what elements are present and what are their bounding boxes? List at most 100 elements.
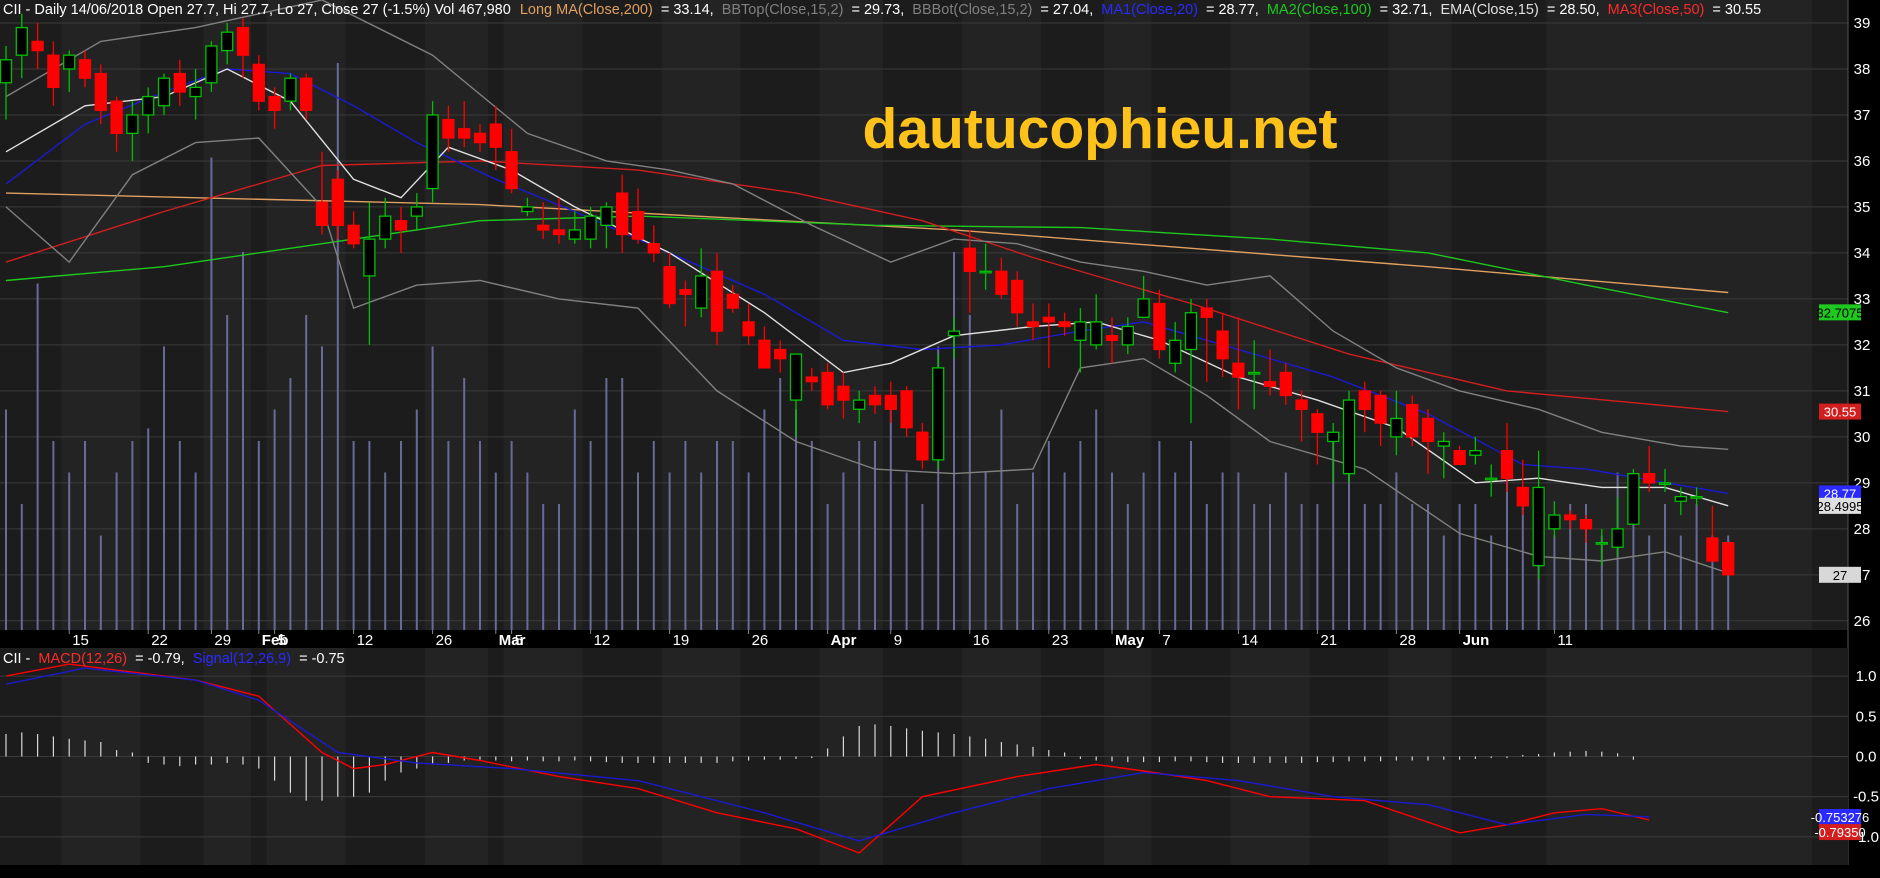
header-longma-label: Long MA(Close,200)	[520, 2, 653, 18]
header-ma1-label: MA1(Close,20)	[1101, 2, 1198, 18]
candle-body	[1090, 321, 1103, 346]
candle-body	[1105, 335, 1119, 341]
candle-body	[1169, 339, 1182, 364]
candle-body	[78, 59, 92, 79]
macd-tick-label: -0.5	[1853, 789, 1879, 806]
candle-body	[442, 118, 455, 139]
candle-body	[1722, 541, 1735, 576]
date-tick-label: 26	[752, 632, 769, 649]
candle-body	[268, 95, 281, 112]
candle-body	[1153, 302, 1166, 351]
header-bbbot-value: = 27.04,	[1040, 2, 1093, 18]
chart-header: CII - Daily 14/06/2018 Open 27.7, Hi 27.…	[3, 2, 1761, 18]
date-tick-label: 21	[1320, 632, 1337, 649]
header-ma3-label: MA3(Close,50)	[1608, 2, 1705, 18]
candle-body	[568, 229, 581, 240]
candle-body	[1611, 528, 1624, 548]
date-tick-label: Jun	[1463, 632, 1490, 649]
watermark-logo: dautucophieu.net	[863, 97, 1338, 161]
candle-body	[63, 54, 76, 70]
header-ma2-label: MA2(Close,100)	[1267, 2, 1372, 18]
price-tick-label: 38	[1854, 61, 1871, 78]
candle-body	[489, 123, 502, 148]
candle-body	[458, 128, 471, 139]
candle-body	[1548, 514, 1561, 530]
candle-body	[947, 330, 961, 337]
candle-body	[884, 394, 897, 410]
header-bbtop-value: = 29.73,	[851, 2, 904, 18]
candle-body	[1469, 450, 1482, 456]
date-tick-label: 12	[357, 632, 374, 649]
candle-body	[1516, 486, 1529, 507]
date-tick-label: 26	[436, 632, 453, 649]
candle-body	[1690, 495, 1703, 499]
date-tick-label: 16	[973, 632, 990, 649]
candle-body	[173, 72, 186, 93]
candle-body	[221, 31, 234, 52]
candle-body	[963, 247, 976, 272]
candle-body	[1453, 450, 1466, 466]
date-tick-label: 22	[151, 632, 168, 649]
ma3-value-tag: 30.55	[1824, 405, 1857, 420]
price-tick-label: 37	[1854, 107, 1871, 124]
candle-body	[236, 26, 250, 56]
candle-body	[1121, 325, 1134, 346]
candle-body	[995, 270, 1008, 295]
candle-body	[157, 77, 171, 107]
date-tick-label: May	[1115, 632, 1145, 649]
candle-body	[600, 206, 613, 226]
candle-body	[473, 132, 487, 144]
candle-body	[979, 270, 992, 274]
candle-body	[1026, 321, 1040, 328]
candle-body	[426, 114, 439, 190]
ema-value-tag: 28.4995	[1817, 499, 1864, 514]
candle-body	[774, 348, 787, 360]
candle-body	[1485, 477, 1498, 481]
price-tick-label: 36	[1854, 153, 1871, 170]
candle-body	[394, 220, 408, 231]
candle-body	[110, 100, 123, 135]
header-ema-label: EMA(Close,15)	[1440, 2, 1538, 18]
date-tick-label: 14	[1241, 632, 1258, 649]
candle-body	[363, 238, 376, 277]
candle-body	[1011, 279, 1024, 314]
candle-body	[94, 72, 107, 112]
macd-header-prefix: CII -	[3, 651, 31, 667]
candle-body	[521, 206, 534, 213]
candle-body	[631, 210, 645, 240]
price-tick-label: 31	[1854, 383, 1871, 400]
candle-body	[1500, 450, 1514, 479]
candle-body	[1184, 312, 1198, 351]
candle-body	[695, 275, 708, 309]
candle-body	[1595, 541, 1608, 545]
candle-body	[1579, 518, 1593, 530]
candle-body	[1042, 316, 1055, 323]
candle-body	[1295, 399, 1308, 410]
signal-header-value: = -0.75	[299, 651, 345, 667]
date-tick-label: Apr	[831, 632, 857, 649]
candle-body	[126, 114, 139, 135]
candle-body	[616, 192, 629, 236]
candle-body	[1248, 371, 1261, 375]
header-bbbot-label: BBBot(Close,15,2)	[912, 2, 1032, 18]
date-tick-label: 7	[1162, 632, 1170, 649]
date-tick-label: 12	[594, 632, 611, 649]
candle-body	[1327, 431, 1340, 443]
candle-body	[868, 394, 882, 406]
candle-body	[837, 385, 850, 401]
week-band	[424, 0, 488, 630]
candle-body	[1279, 371, 1292, 397]
candle-body	[1658, 482, 1672, 485]
price-tick-label: 34	[1854, 245, 1871, 262]
ma2-value-tag: 32.7075	[1817, 305, 1864, 320]
signal-header-label: Signal(12,26,9)	[193, 651, 291, 667]
date-tick-label: 19	[673, 632, 690, 649]
candle-body	[821, 371, 834, 406]
candle-body	[1406, 404, 1419, 438]
candle-body	[31, 40, 44, 52]
date-tick-label: 28	[1399, 632, 1416, 649]
candle-body	[331, 178, 344, 226]
date-tick-label: 9	[894, 632, 902, 649]
candle-body	[552, 229, 566, 236]
candle-body	[1311, 413, 1324, 433]
